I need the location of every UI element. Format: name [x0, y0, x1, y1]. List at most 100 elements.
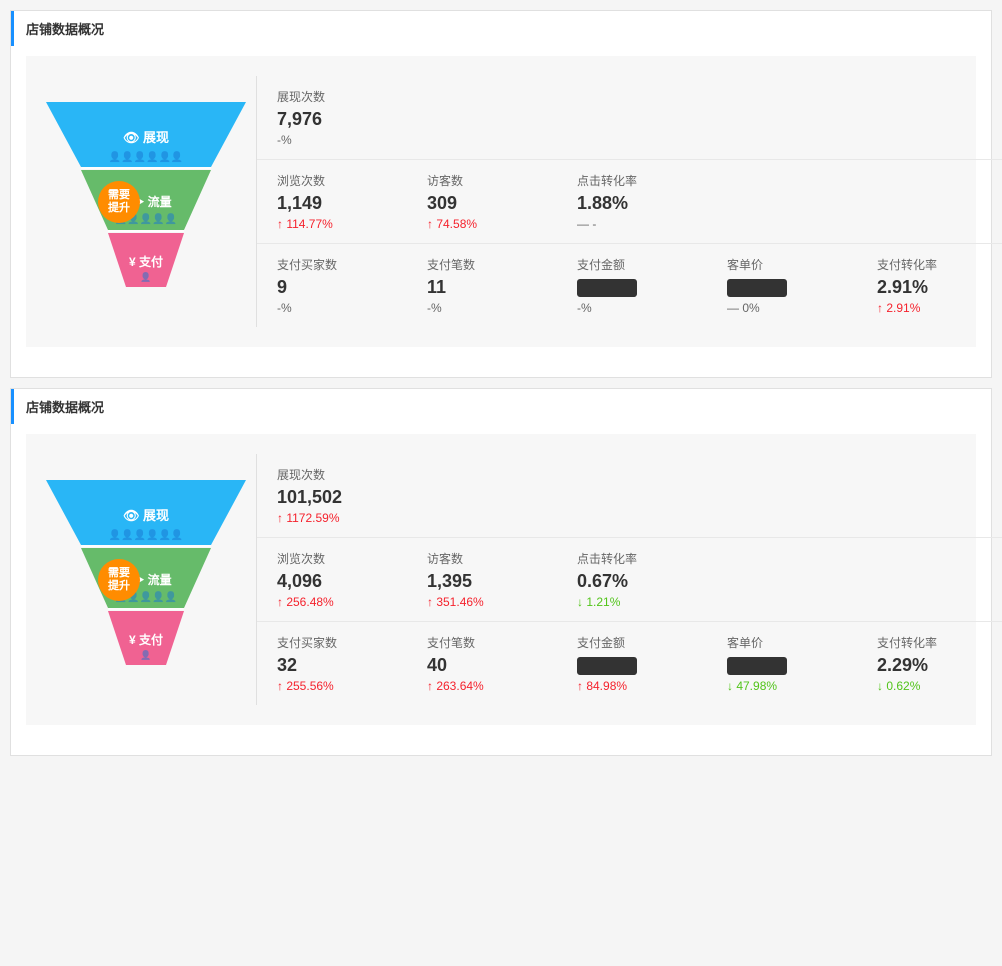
svg-text:👤: 👤	[140, 271, 151, 282]
svg-text:¥ 支付: ¥ 支付	[129, 254, 163, 269]
stat-row: 展现次数 7,976 -% ‹	[257, 76, 1002, 160]
badge-xuyao: 需要 提升	[98, 559, 140, 601]
stat-value-display: 1.88%	[577, 193, 697, 214]
stat-label: 展现次数	[277, 466, 397, 483]
stat-value-display: 32	[277, 655, 397, 676]
section-content: 👁 展现 ▶ 流量 👤👤👤👤👤 ¥ 支付 👤 👤👤👤👤👤👤 需要	[26, 434, 976, 725]
stat-label: 点击转化率	[577, 550, 697, 567]
stat-change: -%	[427, 301, 547, 315]
stat-value-display: 4,096	[277, 571, 397, 592]
stat-change: ↑ 1172.59%	[277, 511, 397, 525]
stat-change: -%	[577, 301, 697, 315]
stat-value-display: 2.91%	[877, 277, 997, 298]
stat-value: 9	[277, 277, 287, 297]
svg-text:👁 展现: 👁 展现	[123, 508, 169, 523]
stat-row: 浏览次数 1,149 ↑ 114.77% 访客数 309 ↑ 74.58% 点击…	[257, 160, 1002, 244]
stat-change: ↑ 74.58%	[427, 217, 547, 231]
stat-value-display	[577, 277, 697, 298]
stat-item: 支付笔数 40 ↑ 263.64%	[427, 634, 547, 693]
section-header: 店铺数据概况	[11, 11, 991, 46]
stat-item: 支付金额 -%	[577, 256, 697, 315]
stat-row: 浏览次数 4,096 ↑ 256.48% 访客数 1,395 ↑ 351.46%…	[257, 538, 1002, 622]
stat-label: 展现次数	[277, 88, 397, 105]
stat-change: ↑ 351.46%	[427, 595, 547, 609]
stat-item: 点击转化率 1.88% — -	[577, 172, 697, 231]
stat-label: 点击转化率	[577, 172, 697, 189]
stat-value: 101,502	[277, 487, 342, 507]
blurred-value	[577, 657, 637, 675]
svg-text:👤: 👤	[140, 649, 151, 660]
stat-label: 支付买家数	[277, 256, 397, 273]
stat-change: — -	[577, 217, 697, 231]
stat-row: 展现次数 101,502 ↑ 1172.59% ‹	[257, 454, 1002, 538]
stat-value-display: 0.67%	[577, 571, 697, 592]
stat-label: 访客数	[427, 550, 547, 567]
stat-label: 支付转化率	[877, 634, 997, 651]
stat-item: 客单价 — 0%	[727, 256, 847, 315]
stat-label: 客单价	[727, 256, 847, 273]
stat-change: ↑ 84.98%	[577, 679, 697, 693]
stat-row: 支付买家数 32 ↑ 255.56% 支付笔数 40 ↑ 263.64% 支付金…	[257, 622, 1002, 705]
stat-value-display: 1,395	[427, 571, 547, 592]
stat-value: 0.67%	[577, 571, 628, 591]
stat-label: 支付买家数	[277, 634, 397, 651]
section-wrapper: 店铺数据概况 👁 展现 ▶ 流量 👤👤👤👤👤 ¥ 支付	[10, 388, 992, 756]
stat-label: 支付转化率	[877, 256, 997, 273]
stat-value-display: 1,149	[277, 193, 397, 214]
stat-label: 支付金额	[577, 256, 697, 273]
stat-label: 支付笔数	[427, 256, 547, 273]
stat-value: 309	[427, 193, 457, 213]
stat-change: ↑ 263.64%	[427, 679, 547, 693]
stat-change: ↓ 0.62%	[877, 679, 997, 693]
stat-value: 11	[427, 277, 446, 297]
stat-item: 访客数 1,395 ↑ 351.46%	[427, 550, 547, 609]
stat-label: 访客数	[427, 172, 547, 189]
stat-change: ↑ 2.91%	[877, 301, 997, 315]
stat-change: ↓ 1.21%	[577, 595, 697, 609]
funnel-chart: 👁 展现 ▶ 流量 👤👤👤👤👤 ¥ 支付 👤 👤👤👤👤👤👤 需要	[36, 76, 256, 327]
svg-text:¥ 支付: ¥ 支付	[129, 632, 163, 647]
stat-value-display: 101,502	[277, 487, 397, 508]
section-title: 店铺数据概况	[26, 19, 104, 38]
stat-value-display: 7,976	[277, 109, 397, 130]
stat-value: 1,149	[277, 193, 322, 213]
blurred-value	[577, 279, 637, 297]
stat-item: 支付转化率 2.91% ↑ 2.91%	[877, 256, 997, 315]
stat-value: 7,976	[277, 109, 322, 129]
stat-item: 浏览次数 4,096 ↑ 256.48%	[277, 550, 397, 609]
stat-item: 支付买家数 9 -%	[277, 256, 397, 315]
stat-value-display	[727, 655, 847, 676]
svg-text:👤👤👤👤👤👤: 👤👤👤👤👤👤	[109, 150, 184, 163]
stat-value-display: 40	[427, 655, 547, 676]
stat-item: 支付转化率 2.29% ↓ 0.62%	[877, 634, 997, 693]
stat-label: 客单价	[727, 634, 847, 651]
stat-change: ↓ 47.98%	[727, 679, 847, 693]
stat-value: 2.29%	[877, 655, 928, 675]
stat-change: ↑ 114.77%	[277, 217, 397, 231]
stat-label: 支付笔数	[427, 634, 547, 651]
blurred-value	[727, 279, 787, 297]
stat-item: 支付买家数 32 ↑ 255.56%	[277, 634, 397, 693]
stats-area: 展现次数 101,502 ↑ 1172.59% ‹ 浏览次数 4,096 ↑ 2…	[256, 454, 1002, 705]
stat-value-display: 309	[427, 193, 547, 214]
svg-text:👤👤👤👤👤👤: 👤👤👤👤👤👤	[109, 528, 184, 541]
stat-value-display: 11	[427, 277, 547, 298]
stat-change: -%	[277, 301, 397, 315]
stat-value: 1,395	[427, 571, 472, 591]
stat-value: 4,096	[277, 571, 322, 591]
stat-label: 浏览次数	[277, 550, 397, 567]
stat-value-display	[577, 655, 697, 676]
stat-value-display: 9	[277, 277, 397, 298]
section-title: 店铺数据概况	[26, 397, 104, 416]
stat-item: 浏览次数 1,149 ↑ 114.77%	[277, 172, 397, 231]
stat-change: -%	[277, 133, 397, 147]
section-wrapper: 店铺数据概况 👁 展现 ▶ 流量 👤👤👤👤👤 ¥ 支付	[10, 10, 992, 378]
badge-xuyao: 需要 提升	[98, 181, 140, 223]
stat-item: 展现次数 101,502 ↑ 1172.59%	[277, 466, 397, 525]
funnel-chart: 👁 展现 ▶ 流量 👤👤👤👤👤 ¥ 支付 👤 👤👤👤👤👤👤 需要	[36, 454, 256, 705]
stats-area: 展现次数 7,976 -% ‹ 浏览次数 1,149 ↑ 114.77% 访客数…	[256, 76, 1002, 327]
stat-value-display	[727, 277, 847, 298]
stat-value: 40	[427, 655, 447, 675]
stat-change: — 0%	[727, 301, 847, 315]
blurred-value	[727, 657, 787, 675]
